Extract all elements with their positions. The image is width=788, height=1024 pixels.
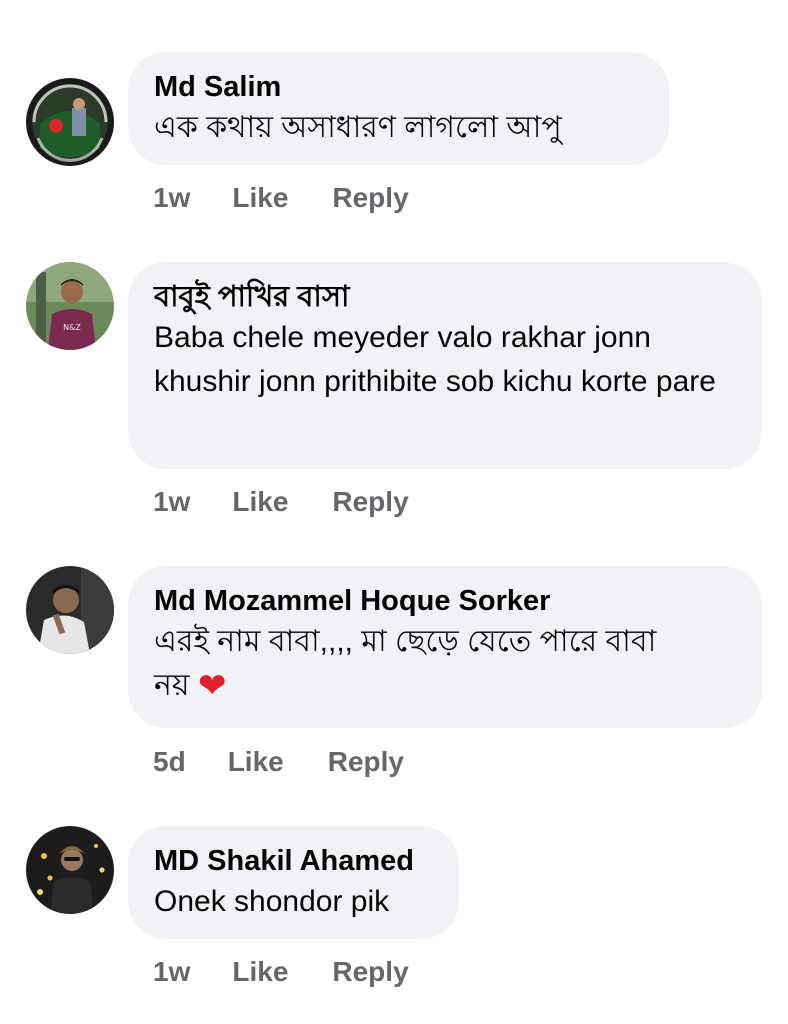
comment-actions: 5d Like Reply [153,744,404,780]
comment-timestamp[interactable]: 1w [153,484,190,520]
reply-button[interactable]: Reply [332,180,408,216]
comment-bubble: Md Mozammel Hoque Sorker এরই নাম বাবা,,,… [128,566,762,728]
comment-actions: 1w Like Reply [153,180,409,216]
comment-text: Onek shondor pik [154,885,390,918]
avatar[interactable] [26,826,114,914]
comment-timestamp[interactable]: 1w [153,180,190,216]
comment-text: Baba chele meyeder valo rakhar jonn khus… [154,321,716,398]
comment-author[interactable]: Md Mozammel Hoque Sorker [154,582,736,620]
like-button[interactable]: Like [232,180,288,216]
avatar[interactable]: N&Z [26,262,114,350]
avatar[interactable] [26,78,114,166]
comment-bubble: বাবুই পাখির বাসা Baba chele meyeder valo… [128,262,762,469]
red-heart-emoji-icon: ❤ [197,666,227,706]
comment-bubble: Md Salim এক কথায় অসাধারণ লাগলো আপু [128,52,669,165]
reply-button[interactable]: Reply [328,744,404,780]
comment-author[interactable]: Md Salim [154,68,643,106]
comment-bubble: MD Shakil Ahamed Onek shondor pik [128,826,459,939]
comment-timestamp[interactable]: 5d [153,744,186,780]
like-button[interactable]: Like [232,484,288,520]
like-button[interactable]: Like [228,744,284,780]
svg-text:N&Z: N&Z [63,323,81,332]
comment-text: এরই নাম বাবা,,,, মা ছেড়ে যেতে পারে বাবা… [154,620,674,708]
comment-author[interactable]: বাবুই পাখির বাসা [154,278,736,316]
reply-button[interactable]: Reply [332,484,408,520]
comment-actions: 1w Like Reply [153,484,409,520]
avatar[interactable] [26,566,114,654]
comment-author[interactable]: MD Shakil Ahamed [154,842,433,880]
reply-button[interactable]: Reply [332,954,408,990]
comment-timestamp[interactable]: 1w [153,954,190,990]
comment-text: এক কথায় অসাধারণ লাগলো আপু [154,111,562,144]
comment-actions: 1w Like Reply [153,954,409,990]
like-button[interactable]: Like [232,954,288,990]
comment-text-body: এরই নাম বাবা,,,, মা ছেড়ে যেতে পারে বাবা… [154,625,657,702]
